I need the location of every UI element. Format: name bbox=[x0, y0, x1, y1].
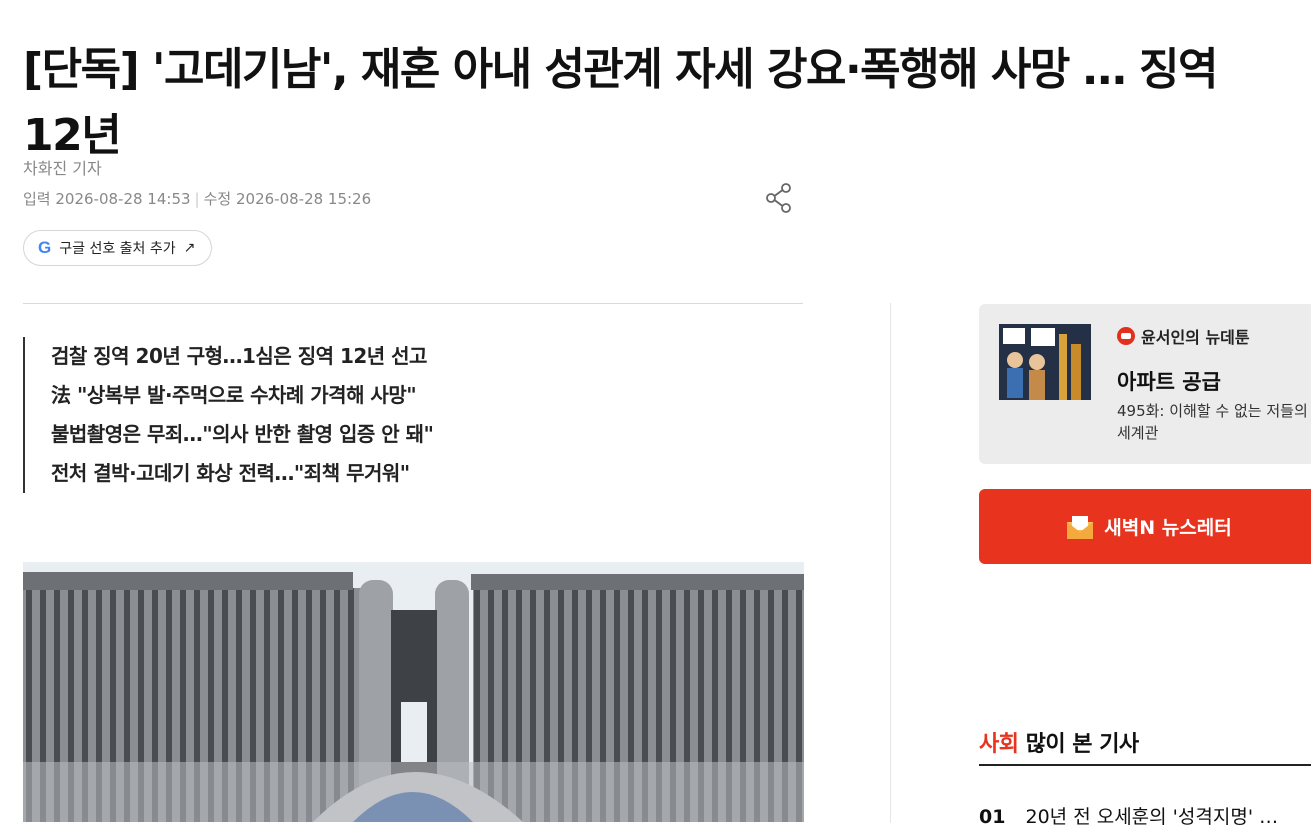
newsletter-label: 새벽N 뉴스레터 bbox=[1104, 517, 1232, 539]
article-dates: 입력 2026-08-28 14:53 | 수정 2026-08-28 15:26 bbox=[23, 188, 371, 209]
reporter-name[interactable]: 차화진 기자 bbox=[23, 155, 102, 179]
envelope-icon bbox=[1067, 515, 1094, 539]
summary-line: 法 "상복부 발·주먹으로 수차례 가격해 사망" bbox=[51, 383, 417, 407]
headline-line-2: 12년 bbox=[23, 110, 122, 162]
date-separator: | bbox=[194, 190, 200, 208]
google-button-label: 구글 선호 출처 추가 bbox=[59, 241, 176, 257]
webtoon-card[interactable]: 윤서인의 뉴데툰 아파트 공급 495화: 이해할 수 없는 저들의 세계관 bbox=[979, 304, 1311, 464]
webtoon-thumbnail bbox=[999, 324, 1091, 400]
article-summary: 검찰 징역 20년 구형…1심은 징역 12년 선고 法 "상복부 발·주먹으로… bbox=[23, 337, 434, 493]
google-logo-icon: G bbox=[38, 238, 52, 257]
most-viewed-title: 많이 본 기사 bbox=[1025, 732, 1140, 757]
webtoon-desc-line: 495화: 이해할 수 없는 저들의 bbox=[1117, 402, 1308, 420]
share-icon[interactable] bbox=[764, 182, 794, 214]
courthouse-image bbox=[23, 562, 804, 822]
summary-line: 전처 결박·고데기 화상 전력…"죄책 무거워" bbox=[51, 461, 410, 485]
summary-line: 검찰 징역 20년 구형…1심은 징역 12년 선고 bbox=[51, 344, 427, 368]
article-photo[interactable] bbox=[23, 562, 804, 822]
article-headline: [단독] '고데기남', 재혼 아내 성관계 자세 강요·폭행해 사망 … 징역… bbox=[23, 37, 1311, 169]
webtoon-title: 아파트 공급 bbox=[1117, 370, 1221, 394]
newsletter-button[interactable]: 새벽N 뉴스레터 bbox=[979, 489, 1311, 564]
webtoon-description: 495화: 이해할 수 없는 저들의 세계관 bbox=[1117, 400, 1311, 444]
most-viewed-heading: 사회 많이 본 기사 bbox=[979, 726, 1139, 758]
published-date: 입력 2026-08-28 14:53 bbox=[23, 190, 191, 208]
modified-date: 수정 2026-08-28 15:26 bbox=[203, 190, 372, 208]
summary-line: 불법촬영은 무죄…"의사 반한 촬영 입증 안 돼" bbox=[51, 422, 434, 446]
rank-title: 20년 전 오세훈의 '성격지명' … bbox=[1025, 806, 1279, 828]
webtoon-logo-icon bbox=[1117, 327, 1135, 345]
most-viewed-section[interactable]: 사회 bbox=[979, 732, 1019, 757]
list-item[interactable]: 01 20년 전 오세훈의 '성격지명' … bbox=[979, 802, 1278, 829]
webtoon-brand-label: 윤서인의 뉴데툰 bbox=[1141, 328, 1250, 347]
header-divider bbox=[23, 303, 803, 304]
most-viewed-divider bbox=[979, 764, 1311, 766]
webtoon-brand: 윤서인의 뉴데툰 bbox=[1117, 324, 1250, 348]
rank-number: 01 bbox=[979, 806, 1006, 828]
column-divider bbox=[890, 303, 891, 823]
google-preferred-source-button[interactable]: G 구글 선호 출처 추가 ↗ bbox=[23, 230, 213, 266]
headline-line-1: [단독] '고데기남', 재혼 아내 성관계 자세 강요·폭행해 사망 … 징역 bbox=[23, 44, 1218, 96]
webtoon-desc-line: 세계관 bbox=[1117, 424, 1159, 442]
external-arrow-icon: ↗ bbox=[183, 240, 196, 256]
